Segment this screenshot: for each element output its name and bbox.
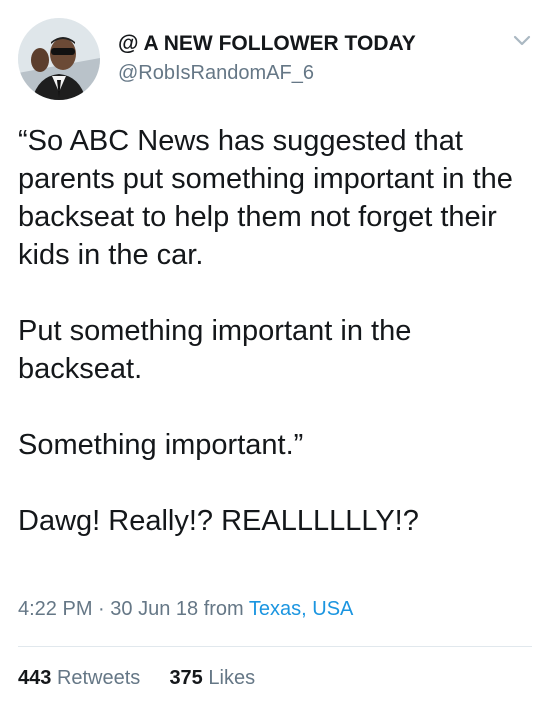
likes-label: Likes xyxy=(208,667,256,689)
user-handle[interactable]: @RobIsRandomAF_6 xyxy=(118,62,314,85)
retweets-stat[interactable]: 443 Retweets xyxy=(18,667,146,689)
display-name[interactable]: @ A NEW FOLLOWER TODAY xyxy=(118,32,416,56)
from-label: from xyxy=(203,598,244,620)
tweet-header: @ A NEW FOLLOWER TODAY @RobIsRandomAF_6 xyxy=(18,18,532,102)
tweet-stats: 443 Retweets 375 Likes xyxy=(18,667,255,690)
tweet-text: “So ABC News has suggested that parents … xyxy=(18,125,513,537)
divider xyxy=(18,646,532,647)
tweet-time[interactable]: 4:22 PM xyxy=(18,598,92,620)
avatar[interactable] xyxy=(18,18,100,100)
likes-stat[interactable]: 375 Likes xyxy=(169,667,255,689)
retweets-label: Retweets xyxy=(56,667,141,689)
tweet-date[interactable]: 30 Jun 18 xyxy=(110,598,198,620)
chevron-down-icon[interactable] xyxy=(512,34,532,48)
likes-count: 375 xyxy=(169,667,203,689)
location-link[interactable]: Texas, USA xyxy=(249,598,353,620)
retweets-count: 443 xyxy=(18,667,52,689)
separator: · xyxy=(98,598,105,620)
tweet-metadata: 4:22 PM · 30 Jun 18 from Texas, USA xyxy=(18,598,353,621)
